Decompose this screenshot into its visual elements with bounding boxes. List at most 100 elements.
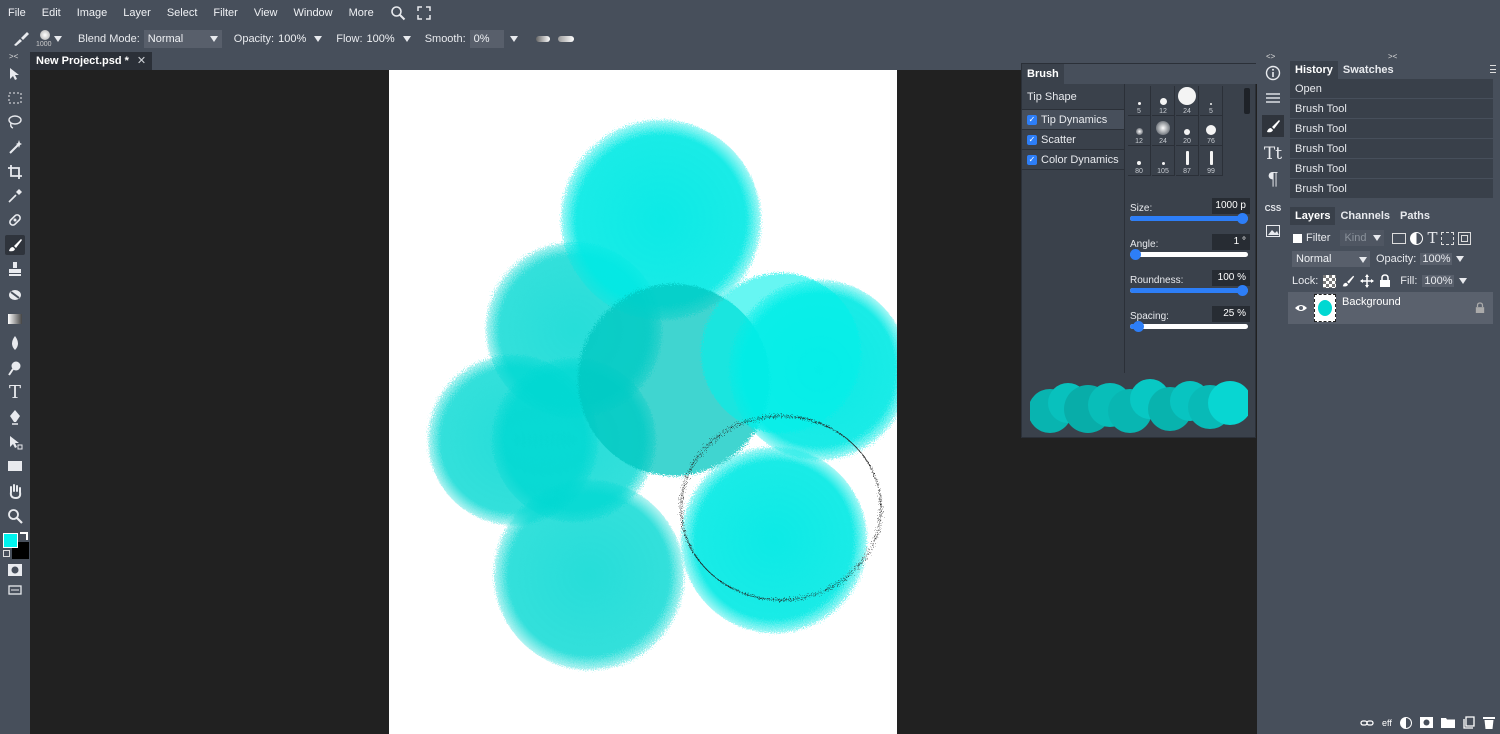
opacity-dropdown-icon[interactable] [1456, 256, 1465, 262]
tip-dynamics-item[interactable]: ✓ Tip Dynamics [1022, 110, 1124, 130]
angle-slider[interactable] [1130, 249, 1248, 260]
smooth-dropdown-icon[interactable] [509, 36, 518, 42]
lasso-tool-icon[interactable] [5, 112, 25, 132]
brush-tip-preset[interactable]: 105 [1152, 146, 1175, 176]
layer-opacity-value[interactable]: 100% [1420, 253, 1453, 265]
history-item[interactable]: Brush Tool [1290, 99, 1493, 119]
angle-input[interactable]: 1 ° [1212, 234, 1250, 250]
brush-tip-preset[interactable]: 12 [1128, 116, 1151, 146]
filter-pixel-icon[interactable] [1392, 232, 1407, 244]
slider-knob[interactable] [1237, 285, 1248, 296]
slider-knob[interactable] [1237, 213, 1248, 224]
lock-paint-icon[interactable] [1341, 274, 1355, 288]
menu-file[interactable]: File [0, 0, 34, 26]
panel-collapse-icon[interactable]: <> [1266, 52, 1275, 61]
brush-tip-preset[interactable]: 24 [1152, 116, 1175, 146]
lock-transparency-icon[interactable] [1323, 274, 1337, 288]
layer-mask-icon[interactable] [1419, 717, 1433, 728]
document-canvas[interactable] [389, 70, 897, 734]
brush-preset-picker[interactable]: 1000 [36, 28, 62, 50]
brush-tip-preset[interactable]: 99 [1200, 146, 1223, 176]
spacing-slider[interactable] [1130, 321, 1248, 332]
history-item[interactable]: Open [1290, 79, 1493, 99]
slider-knob[interactable] [1133, 321, 1145, 332]
new-group-icon[interactable] [1440, 717, 1455, 728]
opacity-dropdown-icon[interactable] [314, 36, 323, 42]
eye-icon[interactable] [1294, 303, 1308, 313]
css-icon[interactable]: CSS [1262, 197, 1284, 219]
search-icon[interactable] [388, 3, 408, 23]
spacing-input[interactable]: 25 % [1212, 306, 1250, 322]
type-tool-icon[interactable]: T [5, 382, 25, 403]
tab-channels[interactable]: Channels [1335, 207, 1395, 225]
menu-filter[interactable]: Filter [205, 0, 245, 26]
tab-document[interactable]: New Project.psd * ✕ [30, 52, 153, 70]
path-select-tool-icon[interactable] [5, 432, 25, 452]
pressure-size-icon[interactable] [535, 36, 550, 42]
size-input[interactable]: 1000 p [1212, 198, 1250, 214]
flow-dropdown-icon[interactable] [402, 36, 411, 42]
checkbox-checked-icon[interactable]: ✓ [1027, 114, 1037, 125]
history-item[interactable]: Brush Tool [1290, 179, 1493, 199]
lock-position-icon[interactable] [1360, 274, 1375, 288]
flow-value[interactable]: 100% [367, 33, 395, 45]
crop-tool-icon[interactable] [5, 162, 25, 182]
tip-shape-item[interactable]: Tip Shape [1022, 84, 1124, 110]
opacity-value[interactable]: 100% [278, 33, 306, 45]
eyedropper-tool-icon[interactable] [5, 186, 25, 206]
blur-tool-icon[interactable] [5, 333, 25, 353]
swap-colors-icon[interactable] [20, 532, 28, 540]
history-item[interactable]: Brush Tool [1290, 119, 1493, 139]
menu-layer[interactable]: Layer [115, 0, 159, 26]
checkbox-checked-icon[interactable]: ✓ [1027, 134, 1037, 145]
link-layers-icon[interactable] [1360, 718, 1374, 728]
brush-tip-preset[interactable]: 24 [1176, 86, 1199, 116]
brush-tip-preset[interactable]: 80 [1128, 146, 1151, 176]
size-slider[interactable] [1130, 213, 1248, 224]
slider-knob[interactable] [1130, 249, 1141, 260]
pen-tool-icon[interactable] [5, 407, 25, 427]
panel-collapse-icon[interactable]: >< [9, 52, 18, 61]
screen-mode-icon[interactable] [5, 580, 25, 600]
layer-blend-select[interactable]: Normal [1292, 251, 1370, 267]
tab-history[interactable]: History [1290, 61, 1338, 79]
marquee-tool-icon[interactable] [5, 88, 25, 108]
adjustments-icon[interactable] [1262, 87, 1284, 109]
gradient-tool-icon[interactable] [5, 309, 25, 329]
menu-select[interactable]: Select [159, 0, 206, 26]
dodge-tool-icon[interactable] [5, 358, 25, 378]
image-icon[interactable] [1262, 220, 1284, 242]
kind-select[interactable]: Kind [1340, 230, 1385, 246]
brush-tool-icon[interactable] [5, 235, 25, 255]
hand-tool-icon[interactable] [5, 481, 25, 501]
brush-tool-icon[interactable] [10, 29, 32, 49]
shape-tool-icon[interactable] [5, 456, 25, 476]
filter-adjustment-icon[interactable] [1410, 231, 1424, 245]
color-dynamics-item[interactable]: ✓ Color Dynamics [1022, 150, 1124, 170]
info-icon[interactable] [1262, 62, 1284, 84]
scatter-item[interactable]: ✓ Scatter [1022, 130, 1124, 150]
scrollbar[interactable] [1244, 88, 1250, 114]
panel-collapse-icon[interactable]: >< [1388, 52, 1397, 61]
stamp-tool-icon[interactable] [5, 259, 25, 279]
menu-more[interactable]: More [341, 0, 382, 26]
character-icon[interactable]: Tt [1262, 143, 1284, 165]
menu-window[interactable]: Window [286, 0, 341, 26]
fill-value[interactable]: 100% [1422, 275, 1455, 287]
brush-tip-preset[interactable]: 87 [1176, 146, 1199, 176]
history-item[interactable]: Brush Tool [1290, 139, 1493, 159]
tab-paths[interactable]: Paths [1395, 207, 1435, 225]
paragraph-icon[interactable]: ¶ [1262, 168, 1284, 190]
magic-wand-tool-icon[interactable] [5, 137, 25, 157]
lock-all-icon[interactable] [1379, 274, 1391, 288]
filter-checkbox[interactable] [1293, 233, 1302, 243]
layer-row[interactable]: Background [1288, 292, 1493, 324]
quick-mask-icon[interactable] [5, 560, 25, 580]
menu-edit[interactable]: Edit [34, 0, 69, 26]
menu-view[interactable]: View [246, 0, 286, 26]
healing-tool-icon[interactable] [5, 210, 25, 230]
tab-swatches[interactable]: Swatches [1338, 61, 1399, 79]
default-colors-icon[interactable] [3, 550, 10, 557]
layer-effects-icon[interactable]: eff [1382, 718, 1392, 728]
pressure-opacity-icon[interactable] [557, 36, 574, 42]
